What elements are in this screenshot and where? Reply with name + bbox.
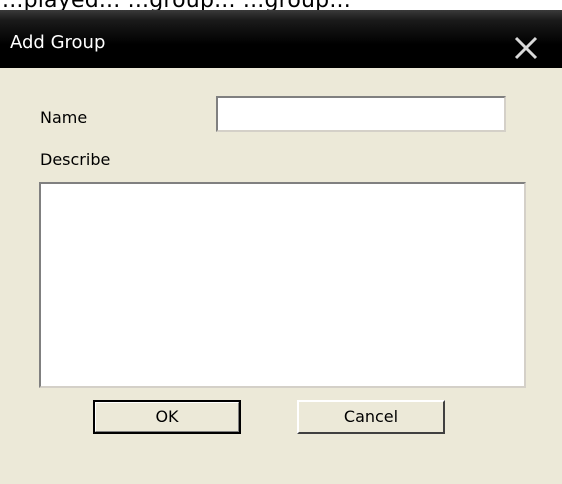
name-input[interactable] [216, 96, 506, 132]
name-label: Name [40, 108, 88, 127]
add-group-dialog: Add Group Name Describe OK Cancel [0, 10, 562, 484]
background-window-strip: ...played... ...group... ...group... [0, 0, 562, 10]
ok-button[interactable]: OK [93, 400, 241, 434]
close-icon [514, 36, 538, 60]
describe-textarea[interactable] [39, 182, 526, 388]
title-bar[interactable]: Add Group [0, 10, 562, 68]
dialog-title: Add Group [10, 32, 106, 53]
close-button[interactable] [508, 32, 544, 64]
background-window-text: ...played... ...group... ...group... [2, 0, 351, 10]
describe-label: Describe [40, 150, 111, 169]
ok-button-label: OK [95, 402, 239, 432]
cancel-button[interactable]: Cancel [297, 400, 445, 434]
